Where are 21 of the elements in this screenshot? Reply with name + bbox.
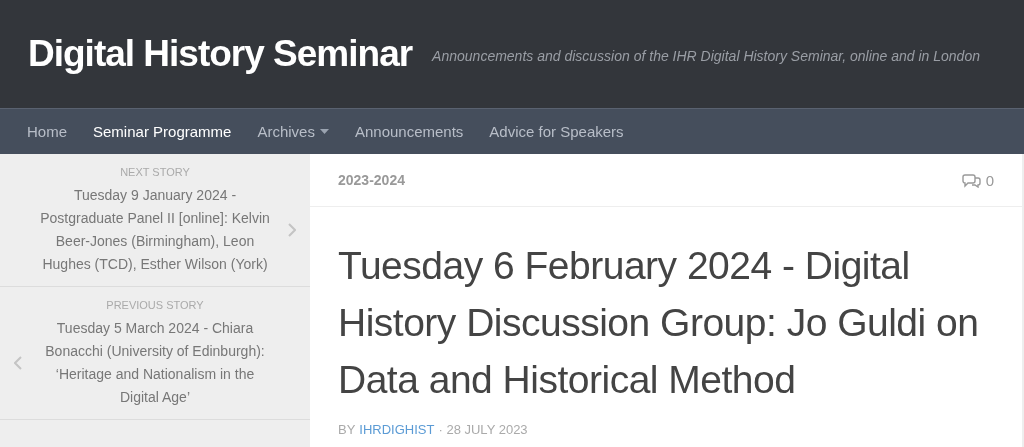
chevron-right-icon[interactable] bbox=[288, 223, 296, 237]
story-link[interactable]: Tuesday 9 January 2024 - Postgraduate Panel II [online]: Kelvin Beer-Jones (Birmingham), Leon Hughes (TCD), Esther Wilson (York) bbox=[36, 184, 274, 276]
nav-link[interactable]: Archives bbox=[244, 123, 342, 140]
nav-link[interactable]: Home bbox=[14, 123, 80, 140]
post-title: Tuesday 6 February 2024 - Digital History Discussion Group: Jo Guldi on Data and Historical Method bbox=[338, 243, 980, 403]
site-title[interactable]: Digital History Seminar bbox=[28, 33, 413, 75]
chevron-left-icon[interactable] bbox=[14, 356, 22, 370]
comments-link[interactable]: 0 bbox=[961, 171, 994, 189]
post-date: · 28 JULY 2023 bbox=[438, 422, 528, 437]
site-tagline: Announcements and discussion of the IHR Digital History Seminar, online and in London bbox=[432, 48, 980, 64]
comments-icon bbox=[961, 172, 981, 188]
author-link[interactable]: IHRDIGHIST bbox=[359, 422, 435, 437]
byline-prefix: BY bbox=[338, 422, 356, 437]
story-label: NEXT STORY bbox=[120, 166, 190, 178]
nav-link[interactable]: Advice for Speakers bbox=[476, 123, 637, 140]
category-link[interactable]: 2023-2024 bbox=[338, 172, 405, 188]
nav-link[interactable]: Seminar Programme bbox=[80, 123, 245, 140]
nav-link[interactable]: Announcements bbox=[341, 123, 477, 140]
story-label: PREVIOUS STORY bbox=[106, 299, 204, 311]
story-link[interactable]: Tuesday 5 March 2024 - Chiara Bonacchi (University of Edinburgh): ‘Heritage and Nationalism in the Digital Age’ bbox=[36, 317, 274, 409]
caret-icon bbox=[319, 129, 329, 134]
